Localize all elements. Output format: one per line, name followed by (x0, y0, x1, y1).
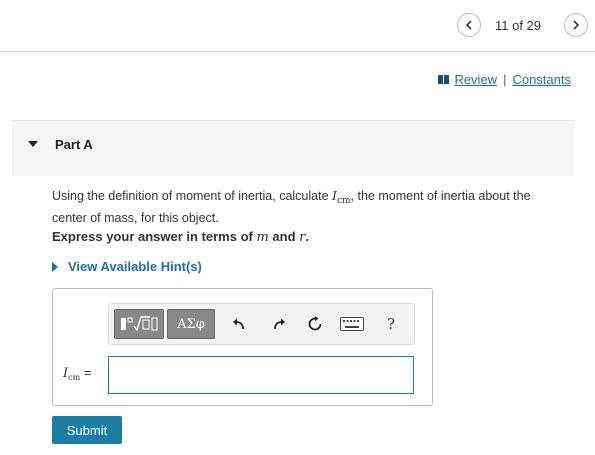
answer-panel: ΑΣφ ? Icm = (52, 288, 433, 406)
chevron-right-icon (573, 20, 580, 30)
icm-symbol: Icm (332, 188, 351, 206)
submit-button[interactable]: Submit (52, 416, 122, 444)
link-separator: | (503, 72, 507, 87)
hints-label: View Available Hint(s) (68, 259, 202, 274)
undo-icon[interactable] (229, 314, 249, 334)
redo-icon[interactable] (269, 314, 289, 334)
top-navigation-bar: 11 of 29 (0, 0, 595, 52)
reset-icon[interactable] (305, 314, 325, 334)
answer-symbol: Icm (63, 366, 81, 382)
question-text: Using the definition of moment of inerti… (52, 187, 562, 227)
next-button[interactable] (564, 13, 588, 37)
equals-sign: = (83, 365, 92, 380)
previous-button[interactable] (457, 13, 481, 37)
review-link[interactable]: Review (454, 72, 497, 87)
collapse-caret-icon[interactable] (28, 141, 38, 147)
book-icon (438, 72, 450, 87)
keyboard-icon[interactable] (339, 314, 365, 334)
help-button[interactable]: ? (381, 314, 401, 334)
answer-instructions: Express your answer in terms of m and r. (52, 229, 309, 245)
question-text-before: Using the definition of moment of inerti… (52, 189, 333, 203)
expand-triangle-icon (52, 261, 58, 272)
answer-label: Icm = (63, 365, 91, 382)
view-hints-toggle[interactable]: View Available Hint(s) (52, 259, 202, 274)
resource-links: Review | Constants (438, 72, 571, 87)
variable-m: m (256, 230, 269, 245)
answer-input[interactable] (108, 356, 414, 394)
chevron-left-icon (465, 20, 472, 30)
templates-button[interactable] (114, 309, 164, 339)
symbols-button[interactable]: ΑΣφ (167, 309, 215, 339)
templates-icon (121, 316, 158, 332)
constants-link[interactable]: Constants (512, 72, 571, 87)
part-title: Part A (55, 137, 93, 152)
part-a-header[interactable]: Part A (12, 120, 574, 176)
question-counter: 11 of 29 (495, 18, 542, 33)
math-toolbar: ΑΣφ ? (108, 303, 415, 345)
